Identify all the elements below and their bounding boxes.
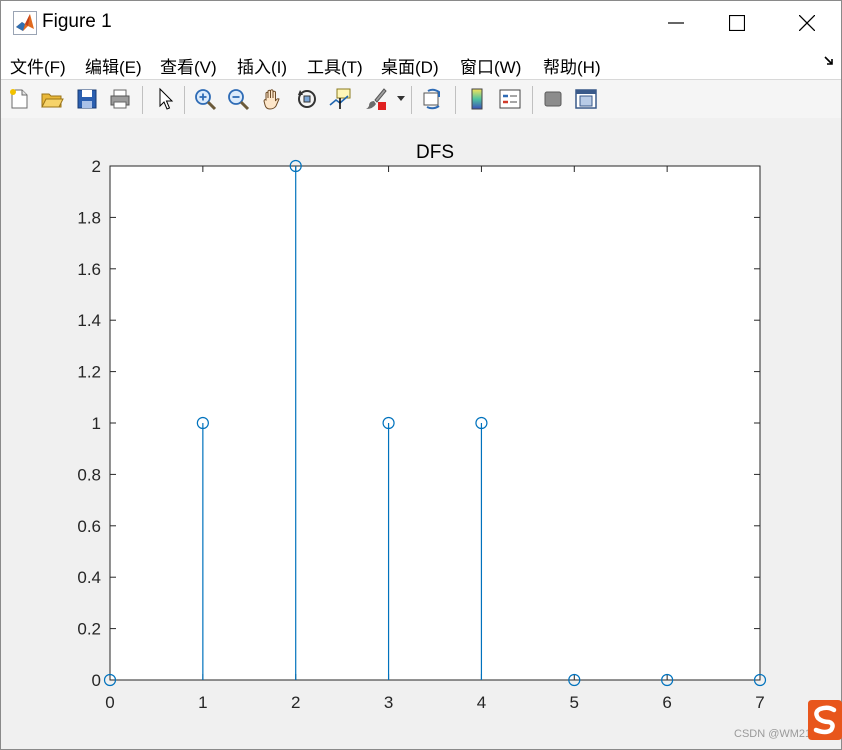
dock-arrow-icon[interactable]: [823, 55, 835, 67]
x-tick-label: 2: [291, 693, 300, 712]
x-tick-label: 3: [384, 693, 393, 712]
x-tick-label: 6: [662, 693, 671, 712]
menu-window[interactable]: 窗口(W): [460, 53, 521, 78]
menu-bar: 文件(F) 编辑(E) 查看(V) 插入(I) 工具(T) 桌面(D) 窗口(W…: [1, 45, 841, 79]
legend-icon[interactable]: [498, 87, 522, 111]
x-tick-label: 1: [198, 693, 207, 712]
maximize-button[interactable]: [714, 1, 760, 45]
minimize-icon: [668, 22, 684, 24]
menu-file[interactable]: 文件(F): [10, 53, 66, 78]
x-tick-label: 5: [570, 693, 579, 712]
x-tick-label: 4: [477, 693, 486, 712]
title-bar[interactable]: Figure 1: [1, 1, 841, 45]
menu-view[interactable]: 查看(V): [160, 53, 217, 78]
window-title: Figure 1: [42, 11, 112, 32]
hide-plot-tools-icon[interactable]: [541, 87, 565, 111]
y-tick-label: 1: [92, 414, 101, 433]
brush-dropdown-icon[interactable]: [397, 96, 405, 102]
toolbar-separator: [184, 86, 185, 114]
menu-insert[interactable]: 插入(I): [237, 53, 287, 78]
close-icon: [799, 15, 815, 31]
y-tick-label: 1.2: [77, 363, 101, 382]
toolbar-separator: [532, 86, 533, 114]
stem-plot: 0 0.2 0.4 0.6 0.8 1 1.2 1.4 1.6 1.8 2 0 1 2 3 4 5 6 7 DFS: [77, 142, 767, 712]
toolbar-separator: [142, 86, 143, 114]
toolbar-separator: [411, 86, 412, 114]
menu-tools[interactable]: 工具(T): [307, 53, 363, 78]
rotate-3d-icon[interactable]: [295, 87, 319, 111]
maximize-icon: [729, 15, 745, 31]
save-icon[interactable]: [75, 87, 99, 111]
y-tick-label: 0.4: [77, 568, 101, 587]
pointer-icon[interactable]: [153, 87, 177, 111]
y-tick-label: 1.8: [77, 208, 101, 227]
menu-edit[interactable]: 编辑(E): [85, 53, 142, 78]
zoom-out-icon[interactable]: [226, 87, 250, 111]
colorbar-icon[interactable]: [465, 87, 489, 111]
link-plot-icon[interactable]: [421, 87, 445, 111]
plot-axes-area[interactable]: [109, 165, 761, 681]
x-tick-label: 0: [105, 693, 114, 712]
y-tick-label: 0.2: [77, 620, 101, 639]
zoom-in-icon[interactable]: [193, 87, 217, 111]
y-tick-label: 1.6: [77, 260, 101, 279]
matlab-icon: [13, 11, 37, 35]
y-tick-label: 0.6: [77, 517, 101, 536]
show-plot-tools-icon[interactable]: [574, 87, 598, 111]
menu-desktop[interactable]: 桌面(D): [381, 53, 439, 78]
figure-toolbar: [1, 79, 841, 119]
brush-icon[interactable]: [364, 87, 388, 111]
y-tick-label: 0: [92, 671, 101, 690]
y-tick-label: 1.4: [77, 311, 101, 330]
y-tick-label: 2: [92, 157, 101, 176]
x-tick-label: 7: [755, 693, 764, 712]
sogou-ime-icon[interactable]: [804, 698, 842, 742]
menu-help[interactable]: 帮助(H): [543, 53, 601, 78]
data-cursor-icon[interactable]: [328, 87, 352, 111]
toolbar-separator: [455, 86, 456, 114]
print-icon[interactable]: [108, 87, 132, 111]
pan-hand-icon[interactable]: [260, 87, 284, 111]
new-figure-icon[interactable]: [7, 87, 31, 111]
close-button[interactable]: [784, 1, 830, 45]
y-tick-label: 0.8: [77, 465, 101, 484]
minimize-button[interactable]: [653, 1, 699, 45]
chart-title: DFS: [416, 142, 454, 163]
open-file-icon[interactable]: [40, 87, 64, 111]
